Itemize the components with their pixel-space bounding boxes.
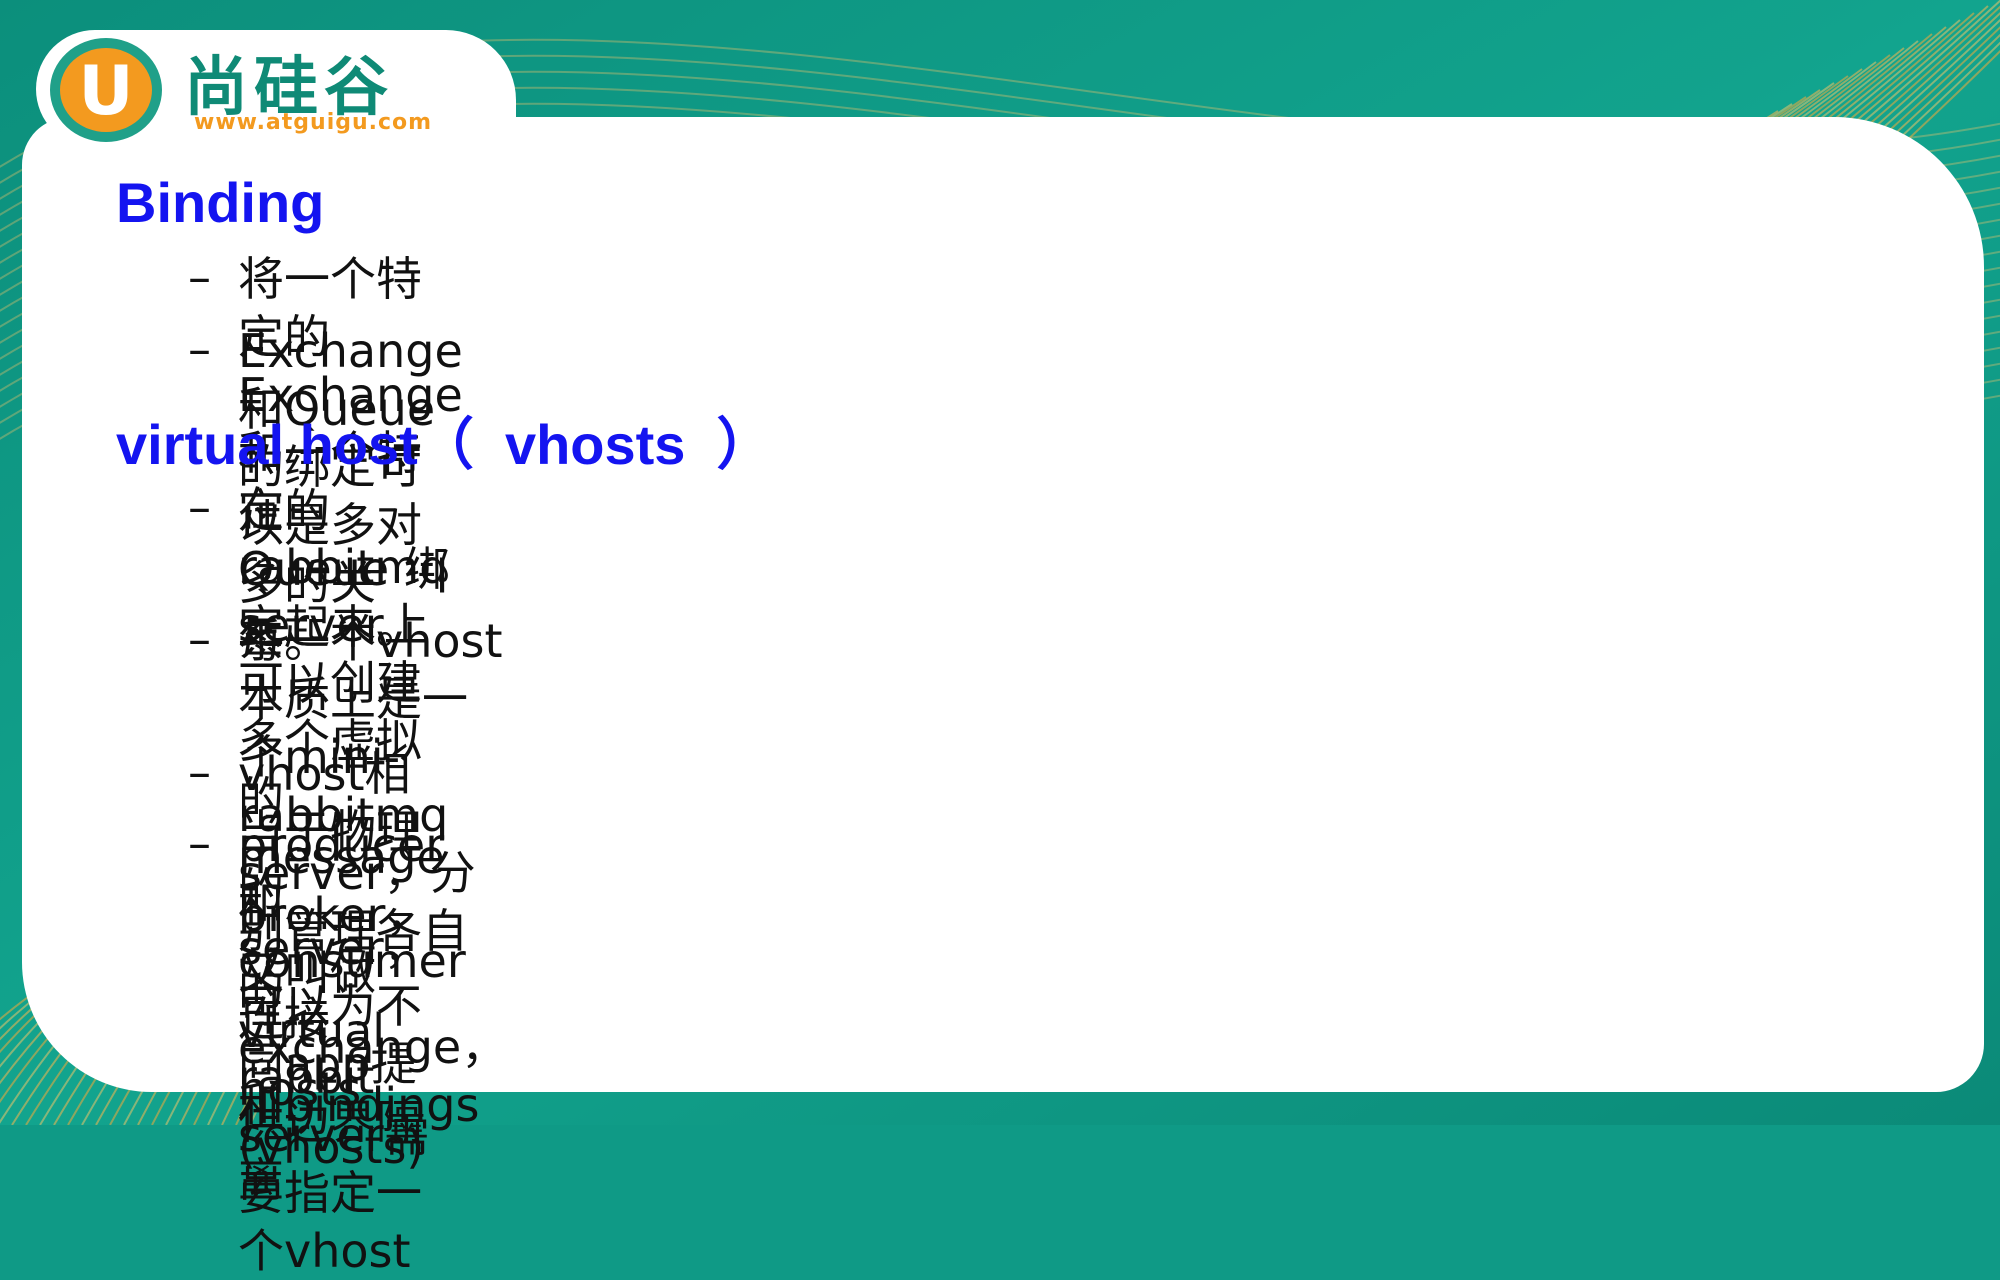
bullet-dash: –	[188, 816, 211, 870]
bullet-dash: –	[188, 480, 211, 534]
bullet-dash: –	[188, 322, 211, 376]
heading-binding: Binding	[116, 171, 325, 234]
slide-content: Binding – 将一个特定的 Exchange 和一个特定的 Queue 绑…	[0, 0, 2000, 1278]
bullet-text: producer和consumer连接rabbit server需要指定一个vh…	[238, 818, 466, 1278]
bullet-dash: –	[188, 745, 211, 799]
heading-virtual-host: virtual host（ vhosts ）	[116, 413, 773, 476]
bullet-dash: –	[188, 250, 211, 304]
bullet-dash: –	[188, 612, 211, 666]
